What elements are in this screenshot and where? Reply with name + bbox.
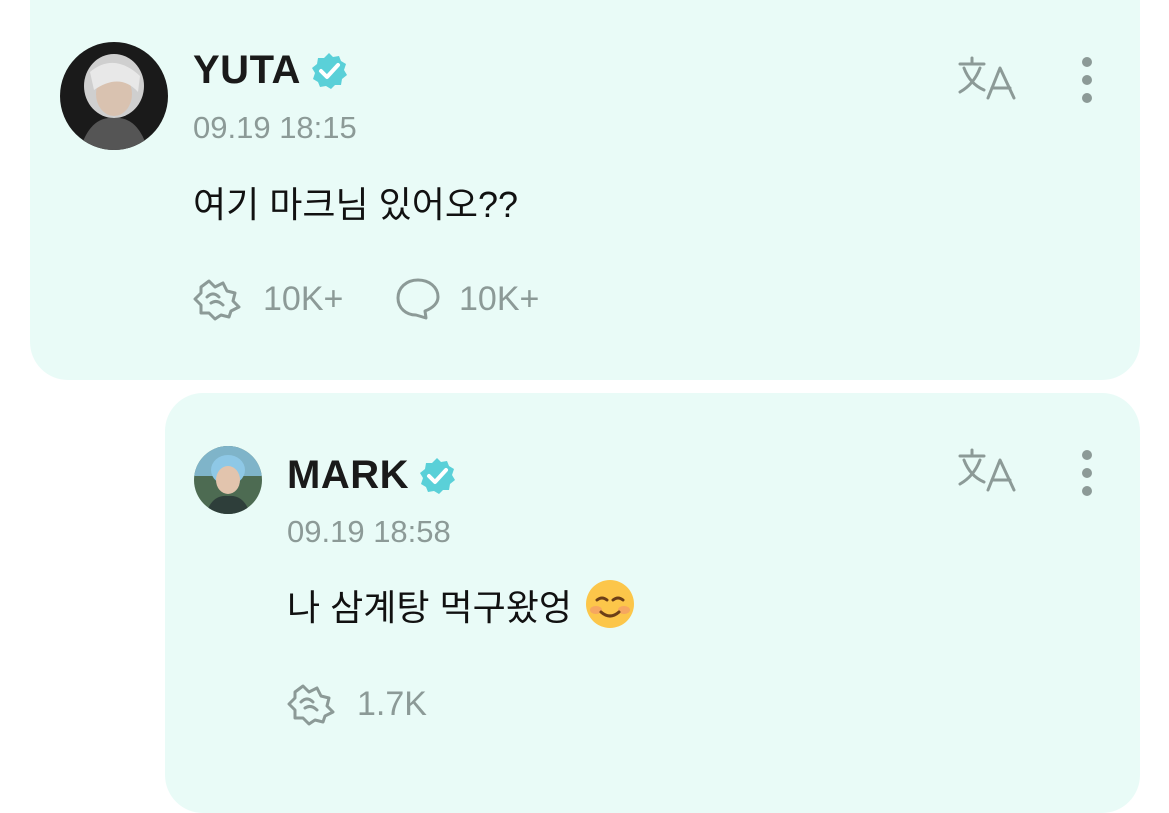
- reply-translate-button[interactable]: [958, 448, 1018, 492]
- reply-text: 나 삼계탕 먹구왔엉: [287, 587, 572, 628]
- post-comment-button[interactable]: 10K+: [395, 277, 539, 321]
- verified-badge-icon: [419, 457, 455, 494]
- smiling-face-emoji: [585, 580, 634, 628]
- more-vertical-icon: [1082, 57, 1092, 103]
- post-timestamp: 09.19 18:15: [193, 110, 357, 145]
- avatar-image: [60, 42, 168, 150]
- like-icon: [287, 684, 335, 726]
- comment-icon: [396, 278, 440, 320]
- reply-like-button[interactable]: 1.7K: [287, 682, 427, 726]
- more-vertical-icon: [1082, 450, 1092, 496]
- avatar-image: [194, 446, 262, 514]
- post-like-count: 10K+: [263, 279, 344, 318]
- post-comment-count: 10K+: [459, 279, 540, 318]
- avatar-mark[interactable]: [194, 446, 262, 514]
- translate-icon: [958, 448, 1016, 492]
- reply-more-button[interactable]: [1080, 449, 1094, 497]
- post-translate-button[interactable]: [958, 56, 1018, 100]
- like-icon: [193, 279, 241, 321]
- post-author-row: YUTA: [193, 48, 349, 93]
- translate-icon: [958, 56, 1016, 100]
- post-text: 여기 마크님 있어오??: [193, 184, 519, 225]
- reply-like-count: 1.7K: [357, 684, 427, 723]
- reply-author-row: MARK: [287, 453, 457, 498]
- reply-timestamp: 09.19 18:58: [287, 514, 451, 549]
- reply-author-name[interactable]: MARK: [287, 453, 409, 498]
- verified-badge-icon: [311, 52, 347, 89]
- avatar-yuta[interactable]: [60, 42, 168, 150]
- post-like-button[interactable]: 10K+: [193, 277, 343, 321]
- reply-text-row: 나 삼계탕 먹구왔엉: [287, 578, 636, 631]
- post-more-button[interactable]: [1080, 56, 1094, 104]
- post-author-name[interactable]: YUTA: [193, 48, 301, 93]
